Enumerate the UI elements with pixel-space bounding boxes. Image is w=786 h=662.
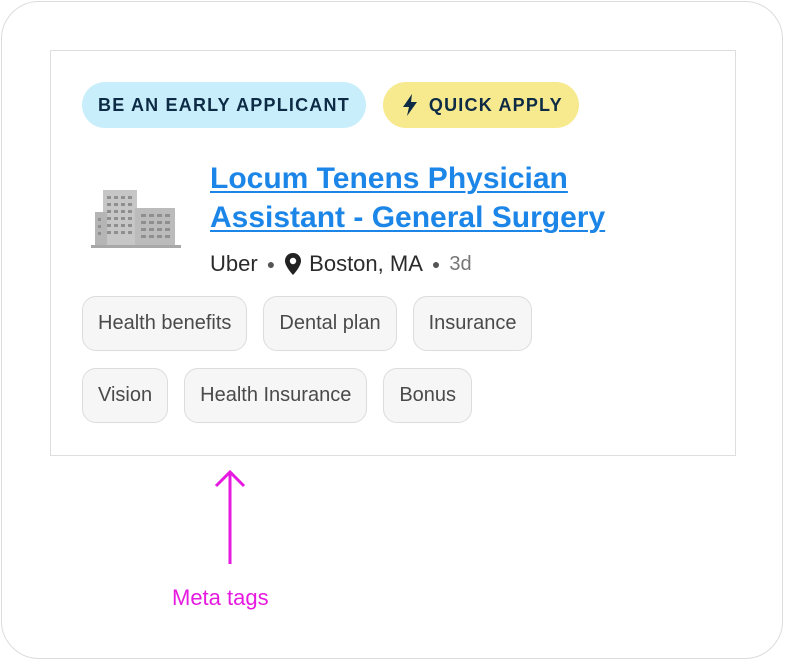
job-card[interactable]: BE AN EARLY APPLICANT QUICK APPLY Locum … <box>50 50 736 456</box>
badge-row: BE AN EARLY APPLICANT QUICK APPLY <box>82 82 579 128</box>
job-title-link[interactable]: Locum Tenens Physician Assistant - Gener… <box>210 159 680 237</box>
early-applicant-badge: BE AN EARLY APPLICANT <box>82 82 366 128</box>
meta-tags: Health benefits Dental plan Insurance Vi… <box>82 296 702 440</box>
tag-bonus: Bonus <box>383 368 473 423</box>
tag-vision: Vision <box>82 368 169 423</box>
annotation-arrow-icon <box>214 469 246 564</box>
tag-row: Health benefits Dental plan Insurance <box>82 296 702 351</box>
separator-dot: ● <box>266 256 276 272</box>
company-name: Uber <box>210 251 258 276</box>
lightning-bolt-icon <box>402 94 417 116</box>
tag-health-insurance: Health Insurance <box>184 368 368 423</box>
outer-frame: BE AN EARLY APPLICANT QUICK APPLY Locum … <box>1 1 783 659</box>
tag-health-benefits: Health benefits <box>82 296 248 351</box>
tag-row: Vision Health Insurance Bonus <box>82 368 702 423</box>
tag-dental-plan: Dental plan <box>263 296 397 351</box>
separator-dot: ● <box>431 256 441 272</box>
early-applicant-label: BE AN EARLY APPLICANT <box>98 94 350 115</box>
building-icon <box>91 190 181 248</box>
annotation-label: Meta tags <box>172 585 269 610</box>
job-location: Boston, MA <box>309 251 423 276</box>
tag-insurance: Insurance <box>412 296 533 351</box>
quick-apply-badge: QUICK APPLY <box>382 82 579 128</box>
map-pin-icon <box>285 253 302 275</box>
quick-apply-label: QUICK APPLY <box>428 94 563 115</box>
posted-age: 3d <box>449 252 472 275</box>
job-meta: Uber ● Boston, MA ● 3d <box>210 249 472 279</box>
